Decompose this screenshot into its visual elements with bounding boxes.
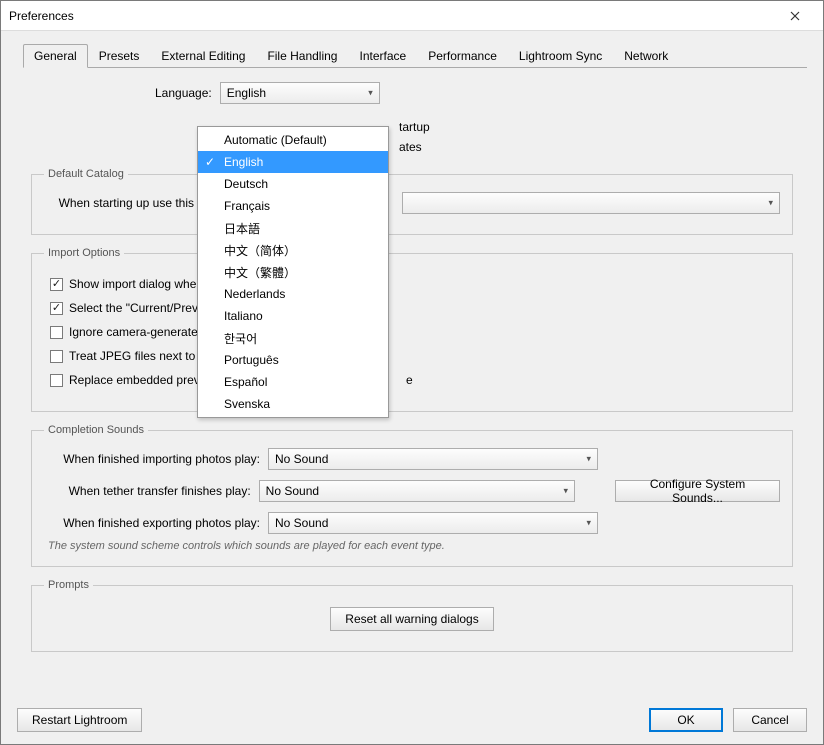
sound-tether-combo[interactable]: No Sound ▾	[259, 480, 575, 502]
checkbox-ignore-camera-generated[interactable]	[50, 326, 63, 339]
lang-option-deutsch[interactable]: Deutsch	[198, 173, 388, 195]
sound-export-label: When finished exporting photos play:	[44, 516, 260, 530]
tab-page-general: Language: English ▾ tartup ates Default …	[17, 68, 807, 672]
group-prompts-legend: Prompts	[44, 579, 93, 591]
tab-presets[interactable]: Presets	[88, 44, 151, 68]
checkbox-replace-embedded-previews[interactable]	[50, 374, 63, 387]
dialog-footer: Restart Lightroom OK Cancel	[1, 696, 823, 744]
group-import-options: Import Options Show import dialog when a…	[31, 247, 793, 412]
chevron-down-icon: ▾	[564, 486, 569, 497]
tab-interface[interactable]: Interface	[348, 44, 417, 68]
sound-export-value: No Sound	[275, 516, 328, 530]
tab-lightroom-sync[interactable]: Lightroom Sync	[508, 44, 613, 68]
sound-import-combo[interactable]: No Sound ▾	[268, 448, 598, 470]
partial-text-iates: ates	[399, 140, 422, 154]
lang-option-nederlands[interactable]: Nederlands	[198, 283, 388, 305]
sound-import-label: When finished importing photos play:	[44, 452, 260, 466]
lang-option-portugues[interactable]: Português	[198, 349, 388, 371]
reset-warning-dialogs-button[interactable]: Reset all warning dialogs	[330, 607, 493, 631]
sound-tether-label: When tether transfer finishes play:	[44, 484, 251, 498]
checkbox-label: Treat JPEG files next to ra	[69, 349, 209, 363]
tab-external-editing[interactable]: External Editing	[150, 44, 256, 68]
titlebar: Preferences	[1, 1, 823, 31]
window-title: Preferences	[9, 9, 74, 23]
tab-file-handling[interactable]: File Handling	[256, 44, 348, 68]
checkbox-select-current-previous[interactable]	[50, 302, 63, 315]
language-combo[interactable]: English ▾	[220, 82, 380, 104]
preferences-window: Preferences General Presets External Edi…	[0, 0, 824, 745]
chevron-down-icon: ▾	[586, 518, 591, 529]
checkbox-label: Ignore camera-generated	[69, 325, 204, 339]
lang-option-francais[interactable]: Français	[198, 195, 388, 217]
configure-system-sounds-button[interactable]: Configure System Sounds...	[615, 480, 780, 502]
group-prompts: Prompts Reset all warning dialogs	[31, 579, 793, 652]
language-label: Language:	[155, 86, 212, 100]
language-combo-value: English	[227, 86, 266, 100]
chevron-down-icon: ▾	[586, 454, 591, 465]
partial-text-startup: tartup	[399, 120, 430, 134]
lang-option-italiano[interactable]: Italiano	[198, 305, 388, 327]
lang-option-english[interactable]: ✓ English	[198, 151, 388, 173]
tab-general[interactable]: General	[23, 44, 88, 68]
checkbox-label: Replace embedded preview	[69, 373, 218, 387]
close-icon	[790, 11, 800, 21]
sound-hint: The system sound scheme controls which s…	[48, 540, 776, 552]
group-completion-sounds: Completion Sounds When finished importin…	[31, 424, 793, 567]
check-icon: ✓	[205, 155, 215, 169]
group-import-options-legend: Import Options	[44, 247, 124, 259]
lang-option-chinese-simplified[interactable]: 中文（简体）	[198, 239, 388, 261]
chevron-down-icon: ▾	[768, 198, 773, 209]
partial-text-e: e	[406, 373, 413, 387]
group-completion-sounds-legend: Completion Sounds	[44, 424, 148, 436]
tab-network[interactable]: Network	[613, 44, 679, 68]
checkbox-label: Select the "Current/Previo	[69, 301, 207, 315]
cancel-button[interactable]: Cancel	[733, 708, 807, 732]
restart-lightroom-button[interactable]: Restart Lightroom	[17, 708, 142, 732]
lang-option-espanol[interactable]: Español	[198, 371, 388, 393]
lang-option-korean[interactable]: 한국어	[198, 327, 388, 349]
checkbox-label: Show import dialog when a	[69, 277, 213, 291]
tab-performance[interactable]: Performance	[417, 44, 508, 68]
sound-export-combo[interactable]: No Sound ▾	[268, 512, 598, 534]
sound-import-value: No Sound	[275, 452, 328, 466]
lang-option-japanese[interactable]: 日本語	[198, 217, 388, 239]
lang-option-chinese-traditional[interactable]: 中文（繁體）	[198, 261, 388, 283]
lang-option-svenska[interactable]: Svenska	[198, 393, 388, 415]
checkbox-treat-jpeg-next-to-raw[interactable]	[50, 350, 63, 363]
default-catalog-combo[interactable]: ▾	[402, 192, 780, 214]
ok-button[interactable]: OK	[649, 708, 723, 732]
language-dropdown-menu[interactable]: Automatic (Default) ✓ English Deutsch Fr…	[197, 126, 389, 418]
tab-bar: General Presets External Editing File Ha…	[23, 43, 807, 68]
default-catalog-label: When starting up use this	[44, 196, 194, 210]
close-button[interactable]	[775, 2, 815, 30]
group-default-catalog-legend: Default Catalog	[44, 168, 128, 180]
checkbox-show-import-dialog[interactable]	[50, 278, 63, 291]
sound-tether-value: No Sound	[266, 484, 319, 498]
chevron-down-icon: ▾	[368, 88, 373, 99]
lang-option-automatic-default[interactable]: Automatic (Default)	[198, 129, 388, 151]
group-default-catalog: Default Catalog When starting up use thi…	[31, 168, 793, 235]
